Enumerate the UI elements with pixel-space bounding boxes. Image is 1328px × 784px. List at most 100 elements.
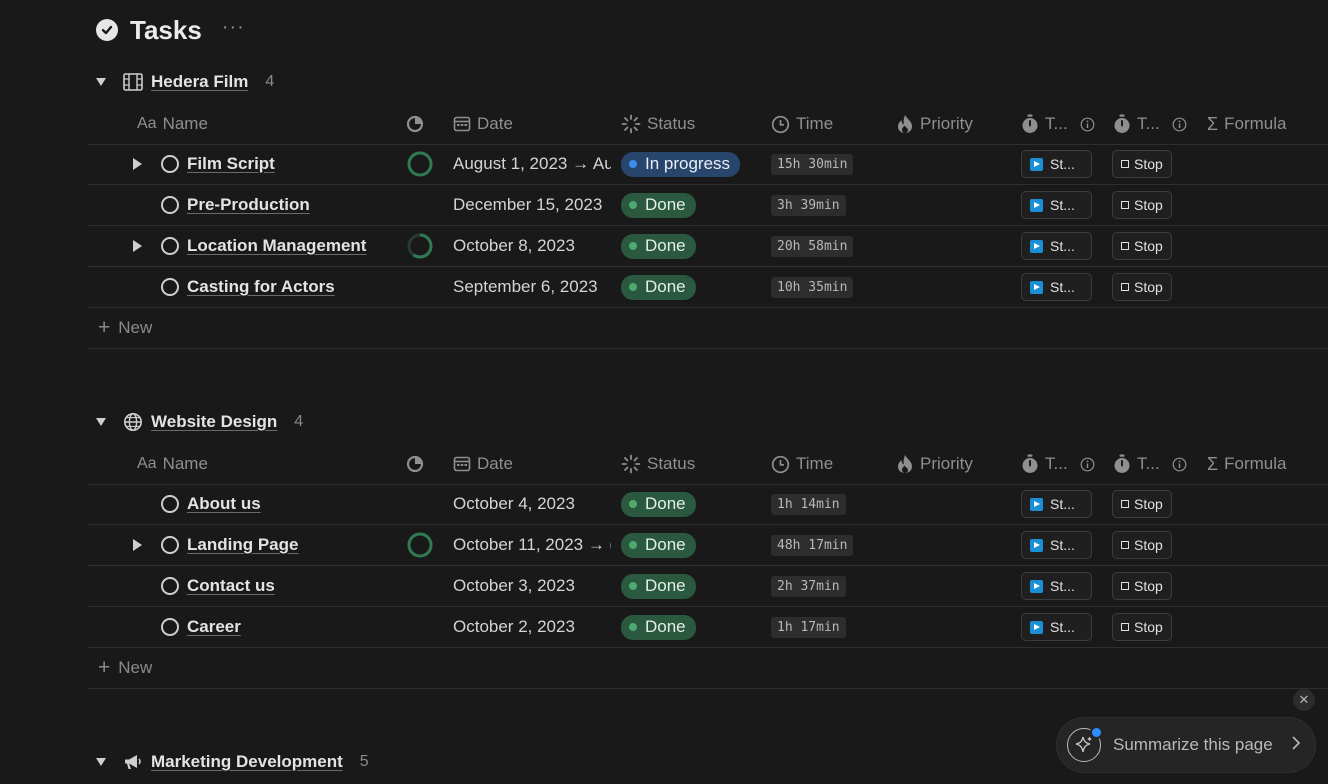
status-cell[interactable]: Done <box>621 525 696 565</box>
collapse-caret-icon[interactable] <box>96 758 106 766</box>
info-icon[interactable] <box>1172 117 1187 132</box>
col-timer-stop[interactable]: T... <box>1113 444 1187 484</box>
status-badge[interactable]: Done <box>621 233 696 259</box>
col-timer-start[interactable]: T... <box>1021 444 1095 484</box>
stop-timer-button[interactable]: Stop <box>1112 232 1172 260</box>
date-cell[interactable]: October 3, 2023 <box>453 566 611 606</box>
status-badge[interactable]: Done <box>621 192 696 218</box>
task-name[interactable]: Film Script <box>187 144 275 184</box>
start-timer-button[interactable]: St... <box>1021 572 1092 600</box>
status-badge[interactable]: Done <box>621 491 696 517</box>
status-badge[interactable]: Done <box>621 274 696 300</box>
group-header[interactable]: Website Design 4 <box>96 408 303 436</box>
start-timer-button[interactable]: St... <box>1021 191 1092 219</box>
collapse-caret-icon[interactable] <box>96 418 106 426</box>
time-cell[interactable]: 48h 17min <box>771 525 854 565</box>
status-cell[interactable]: Done <box>621 267 696 307</box>
expand-row-caret-icon[interactable] <box>133 240 142 252</box>
table-row[interactable]: Location Management October 8, 2023 Done… <box>88 226 1328 267</box>
col-name[interactable]: Aa Name <box>137 104 208 144</box>
date-cell[interactable]: August 1, 2023 → Au <box>453 144 611 184</box>
col-status[interactable]: Status <box>621 444 695 484</box>
date-cell[interactable]: September 6, 2023 <box>453 267 611 307</box>
time-cell[interactable]: 1h 14min <box>771 484 846 524</box>
stop-timer-button[interactable]: Stop <box>1112 613 1172 641</box>
task-name[interactable]: Pre-Production <box>187 185 310 225</box>
date-cell[interactable]: October 2, 2023 <box>453 607 611 647</box>
col-progress[interactable] <box>406 104 424 144</box>
stop-timer-button[interactable]: Stop <box>1112 490 1172 518</box>
col-timer-stop[interactable]: T... <box>1113 104 1187 144</box>
col-progress[interactable] <box>406 444 424 484</box>
time-cell[interactable]: 2h 37min <box>771 566 846 606</box>
stop-timer-button[interactable]: Stop <box>1112 273 1172 301</box>
group-name[interactable]: Website Design <box>151 412 277 432</box>
collapse-caret-icon[interactable] <box>96 78 106 86</box>
col-name[interactable]: Aa Name <box>137 444 208 484</box>
status-badge[interactable]: In progress <box>621 151 741 177</box>
col-formula[interactable]: Σ Formula <box>1207 104 1287 144</box>
stop-timer-button[interactable]: Stop <box>1112 150 1172 178</box>
table-row[interactable]: Casting for Actors September 6, 2023 Don… <box>88 267 1328 308</box>
expand-row-caret-icon[interactable] <box>133 539 142 551</box>
col-time[interactable]: Time <box>771 104 833 144</box>
date-cell[interactable]: October 4, 2023 <box>453 484 611 524</box>
col-formula[interactable]: Σ Formula <box>1207 444 1287 484</box>
status-cell[interactable]: Done <box>621 566 696 606</box>
summarize-button[interactable]: Summarize this page <box>1056 717 1316 773</box>
table-row[interactable]: Career October 2, 2023 Done 1h 17min St.… <box>88 607 1328 648</box>
info-icon[interactable] <box>1172 457 1187 472</box>
time-cell[interactable]: 20h 58min <box>771 226 854 266</box>
task-name[interactable]: Casting for Actors <box>187 267 335 307</box>
col-priority[interactable]: Priority <box>896 444 973 484</box>
info-icon[interactable] <box>1080 117 1095 132</box>
start-timer-button[interactable]: St... <box>1021 150 1092 178</box>
group-header[interactable]: Marketing Development 5 <box>96 748 369 776</box>
time-cell[interactable]: 15h 30min <box>771 144 854 184</box>
task-name[interactable]: Landing Page <box>187 525 298 565</box>
date-cell[interactable]: October 8, 2023 <box>453 226 611 266</box>
col-time[interactable]: Time <box>771 444 833 484</box>
col-date[interactable]: Date <box>453 444 513 484</box>
new-row-button[interactable]: + New <box>88 648 1328 689</box>
task-name[interactable]: Career <box>187 607 241 647</box>
time-cell[interactable]: 1h 17min <box>771 607 846 647</box>
time-cell[interactable]: 10h 35min <box>771 267 854 307</box>
status-badge[interactable]: Done <box>621 614 696 640</box>
date-cell[interactable]: December 15, 2023 <box>453 185 611 225</box>
table-row[interactable]: Contact us October 3, 2023 Done 2h 37min… <box>88 566 1328 607</box>
col-date[interactable]: Date <box>453 104 513 144</box>
stop-timer-button[interactable]: Stop <box>1112 572 1172 600</box>
group-name[interactable]: Hedera Film <box>151 72 248 92</box>
col-status[interactable]: Status <box>621 104 695 144</box>
col-timer-start[interactable]: T... <box>1021 104 1095 144</box>
start-timer-button[interactable]: St... <box>1021 490 1092 518</box>
task-name[interactable]: Contact us <box>187 566 275 606</box>
new-row-button[interactable]: + New <box>88 308 1328 349</box>
status-cell[interactable]: Done <box>621 607 696 647</box>
table-row[interactable]: Pre-Production December 15, 2023 Done 3h… <box>88 185 1328 226</box>
group-header[interactable]: Hedera Film 4 <box>96 68 274 96</box>
start-timer-button[interactable]: St... <box>1021 273 1092 301</box>
status-cell[interactable]: Done <box>621 226 696 266</box>
start-timer-button[interactable]: St... <box>1021 232 1092 260</box>
status-cell[interactable]: In progress <box>621 144 741 184</box>
task-name[interactable]: About us <box>187 484 261 524</box>
date-cell[interactable]: October 11, 2023 → ( <box>453 525 611 565</box>
stop-timer-button[interactable]: Stop <box>1112 531 1172 559</box>
table-row[interactable]: Landing Page October 11, 2023 → ( Done 4… <box>88 525 1328 566</box>
start-timer-button[interactable]: St... <box>1021 531 1092 559</box>
status-badge[interactable]: Done <box>621 532 696 558</box>
close-summarize-button[interactable]: ✕ <box>1293 689 1315 711</box>
expand-row-caret-icon[interactable] <box>133 158 142 170</box>
group-name[interactable]: Marketing Development <box>151 752 343 772</box>
stop-timer-button[interactable]: Stop <box>1112 191 1172 219</box>
info-icon[interactable] <box>1080 457 1095 472</box>
start-timer-button[interactable]: St... <box>1021 613 1092 641</box>
task-name[interactable]: Location Management <box>187 226 366 266</box>
status-cell[interactable]: Done <box>621 484 696 524</box>
more-options-button[interactable]: ··· <box>222 16 245 39</box>
time-cell[interactable]: 3h 39min <box>771 185 846 225</box>
table-row[interactable]: About us October 4, 2023 Done 1h 14min S… <box>88 484 1328 525</box>
table-row[interactable]: Film Script August 1, 2023 → Au In progr… <box>88 144 1328 185</box>
